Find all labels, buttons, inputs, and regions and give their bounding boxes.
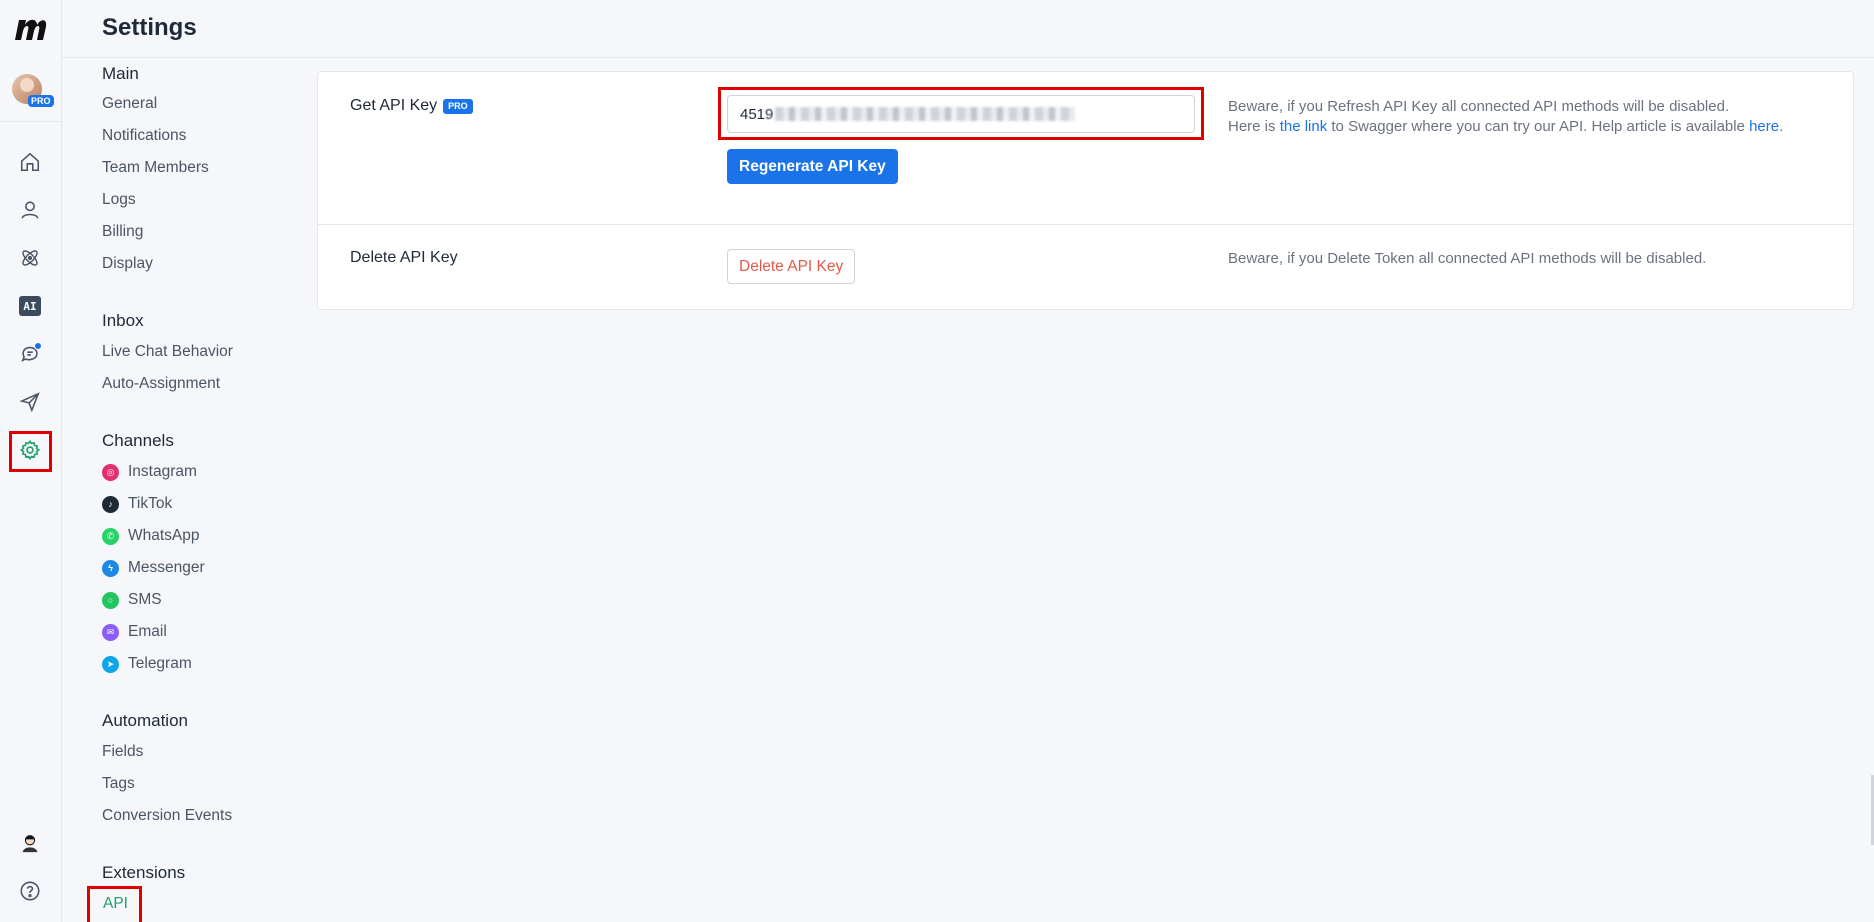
nav-item-live-chat-behavior[interactable]: Live Chat Behavior [102,343,233,361]
row-divider [318,224,1853,225]
settings-highlight [9,431,52,472]
nav-item-billing[interactable]: Billing [102,223,143,241]
nav-item-conversion-events[interactable]: Conversion Events [102,807,232,825]
delete-api-key-label: Delete API Key [350,249,458,266]
nav-item-label: Email [128,623,167,640]
api-settings-card: Get API Key PRO 451 9 Regenerate API Key … [317,71,1854,310]
email-icon: ✉ [102,623,119,641]
nav-item-notifications[interactable]: Notifications [102,127,186,145]
chat-icon[interactable] [16,340,44,368]
swagger-help-line: Here is the link to Swagger where you ca… [1228,117,1783,137]
nav-group-main: Main [102,64,139,83]
page-header: Settings [62,0,1874,58]
messenger-icon: ϟ [102,559,119,577]
nav-item-display[interactable]: Display [102,255,153,273]
pro-badge: PRO [443,98,473,114]
nav-group-automation: Automation [102,711,188,730]
nav-item-instagram[interactable]: ◎ Instagram [102,463,197,481]
nav-item-tiktok[interactable]: ♪ TikTok [102,495,172,513]
automation-icon[interactable] [16,244,44,272]
refresh-warning: Beware, if you Refresh API Key all conne… [1228,98,1730,115]
send-icon[interactable] [16,388,44,416]
pro-badge: PRO [28,95,54,107]
help-text-a: Here is [1228,118,1280,135]
nav-item-messenger[interactable]: ϟ Messenger [102,559,205,577]
home-icon[interactable] [16,148,44,176]
nav-item-sms[interactable]: ○ SMS [102,591,162,609]
help-text-c: . [1779,118,1784,135]
nav-item-label: TikTok [128,495,173,512]
account-avatar[interactable]: PRO [12,74,54,108]
nav-item-fields[interactable]: Fields [102,743,143,761]
swagger-link[interactable]: the link [1280,118,1328,135]
telegram-icon: ➤ [102,655,119,673]
nav-item-telegram[interactable]: ➤ Telegram [102,655,192,673]
nav-group-extensions: Extensions [102,863,186,882]
delete-api-key-button[interactable]: Delete API Key [727,249,856,284]
get-api-key-label: Get API Key PRO [350,97,473,115]
nav-item-general[interactable]: General [102,95,157,113]
rail-divider [0,121,62,122]
nav-item-label: WhatsApp [128,527,200,544]
tiktok-icon: ♪ [102,495,119,513]
nav-item-logs[interactable]: Logs [102,191,136,209]
nav-item-email[interactable]: ✉ Email [102,623,167,641]
help-text-b: to Swagger where you can try our API. He… [1327,118,1750,135]
sms-icon: ○ [102,591,119,609]
nav-item-label: Instagram [128,463,197,480]
api-nav-highlight [87,886,142,922]
nav-group-inbox: Inbox [102,311,144,330]
contacts-icon[interactable] [16,196,44,224]
nav-item-label: Telegram [128,655,192,672]
get-api-key-description: Beware, if you Refresh API Key all conne… [1228,97,1783,137]
ai-label: AI [19,296,41,316]
get-api-key-text: Get API Key [350,97,438,114]
help-icon[interactable] [16,877,44,905]
help-article-link[interactable]: here [1749,118,1779,135]
app-logo-icon[interactable] [13,14,47,44]
icon-rail: PRO AI [0,0,62,922]
nav-item-whatsapp[interactable]: ✆ WhatsApp [102,527,200,545]
whatsapp-icon: ✆ [102,527,119,545]
nav-item-tags[interactable]: Tags [102,775,135,793]
nav-item-label: Messenger [128,559,205,576]
nav-group-channels: Channels [102,431,174,450]
nav-item-auto-assignment[interactable]: Auto-Assignment [102,375,220,393]
regenerate-api-key-button[interactable]: Regenerate API Key [727,149,898,184]
instagram-icon: ◎ [102,463,119,481]
user-avatar-icon[interactable] [16,829,44,857]
nav-item-team-members[interactable]: Team Members [102,159,209,177]
delete-api-key-description: Beware, if you Delete Token all connecte… [1228,250,1707,267]
page-title: Settings [102,14,197,41]
ai-icon[interactable]: AI [16,292,44,320]
notification-dot [34,342,42,350]
nav-item-label: SMS [128,591,162,608]
api-key-highlight [718,87,1204,140]
